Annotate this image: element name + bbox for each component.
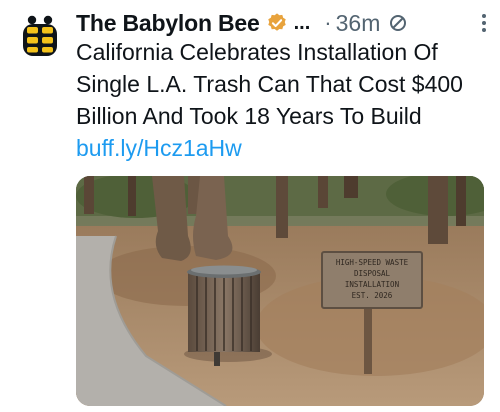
separator-dot: · bbox=[324, 10, 332, 35]
tweet-media-image[interactable]: HIGH-SPEED WASTE DISPOSAL INSTALLATION E… bbox=[76, 176, 484, 406]
tweet-text: California Celebrates Installation Of Si… bbox=[76, 36, 488, 164]
more-options-icon[interactable] bbox=[481, 13, 487, 33]
sign-line: EST. 2026 bbox=[352, 291, 393, 300]
timestamp[interactable]: 36m bbox=[336, 10, 381, 37]
name-truncation: ... bbox=[293, 11, 311, 34]
not-allowed-icon bbox=[390, 15, 407, 31]
sign-line: HIGH-SPEED WASTE bbox=[336, 258, 409, 267]
park-trash-can-photo: HIGH-SPEED WASTE DISPOSAL INSTALLATION E… bbox=[76, 176, 484, 406]
tweet-header: The Babylon Bee ... · 36m bbox=[76, 7, 486, 39]
sign-line: DISPOSAL bbox=[354, 269, 391, 278]
sign-line: INSTALLATION bbox=[345, 280, 399, 289]
author-name[interactable]: The Babylon Bee bbox=[76, 10, 260, 37]
tweet-link[interactable]: buff.ly/Hcz1aHw bbox=[76, 135, 242, 161]
tweet-body: California Celebrates Installation Of Si… bbox=[76, 39, 463, 129]
verified-badge-icon[interactable] bbox=[266, 12, 288, 34]
bee-logo-icon[interactable] bbox=[18, 14, 62, 58]
